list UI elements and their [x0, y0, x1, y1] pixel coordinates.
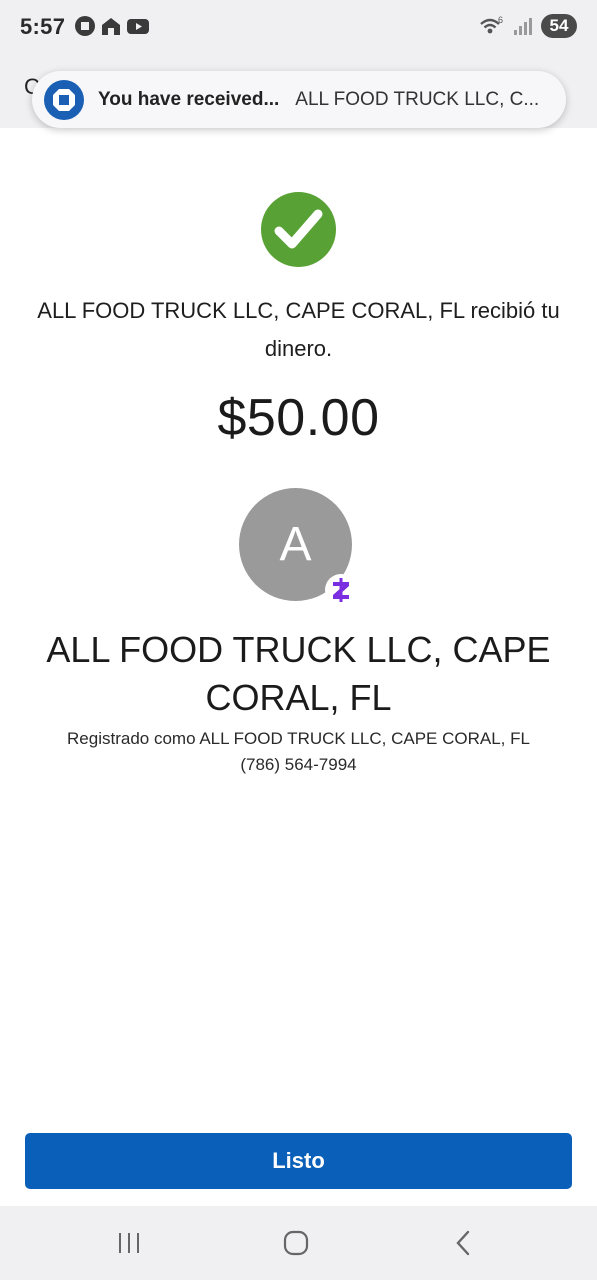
- payment-confirmation-screen: 5:57 6 54 C You have received... ALL FOO…: [0, 0, 597, 1280]
- battery-level: 54: [549, 16, 569, 35]
- notification-banner[interactable]: You have received... ALL FOOD TRUCK LLC,…: [32, 71, 566, 128]
- cell-signal-icon: [514, 18, 532, 35]
- battery-indicator: 54: [541, 14, 577, 38]
- wifi-standard-label: 6: [498, 15, 503, 25]
- status-notification-icons: [74, 15, 150, 37]
- recipient-name: ALL FOOD TRUCK LLC, CAPE CORAL, FL: [46, 629, 551, 718]
- back-icon[interactable]: [443, 1228, 483, 1258]
- status-bar: 5:57 6 54: [0, 0, 597, 54]
- avatar-initial: A: [279, 518, 312, 571]
- system-nav-bar: [0, 1206, 597, 1280]
- notification-text: ALL FOOD TRUCK LLC, C...: [295, 88, 540, 110]
- chase-logo-icon: [44, 79, 84, 120]
- recent-apps-icon[interactable]: [109, 1228, 149, 1258]
- recipient-details: Registrado como ALL FOOD TRUCK LLC, CAPE…: [20, 726, 577, 778]
- chase-icon: [75, 16, 95, 36]
- home-icon[interactable]: [276, 1228, 316, 1258]
- check-circle-icon: [261, 192, 336, 267]
- wifi-icon: 6: [480, 15, 503, 34]
- done-button[interactable]: Listo: [25, 1133, 572, 1189]
- status-system-icons: 6 54: [479, 14, 577, 38]
- status-time: 5:57: [20, 14, 66, 39]
- youtube-icon: [127, 19, 149, 34]
- recipient-phone: (786) 564-7994: [240, 755, 357, 774]
- home-app-icon: [102, 18, 120, 35]
- registered-as-text: Registrado como ALL FOOD TRUCK LLC, CAPE…: [67, 729, 530, 748]
- zelle-icon: [325, 574, 357, 606]
- payment-amount: $50.00: [217, 389, 380, 447]
- notification-title: You have received...: [98, 88, 280, 110]
- confirmation-message: ALL FOOD TRUCK LLC, CAPE CORAL, FL recib…: [37, 298, 560, 361]
